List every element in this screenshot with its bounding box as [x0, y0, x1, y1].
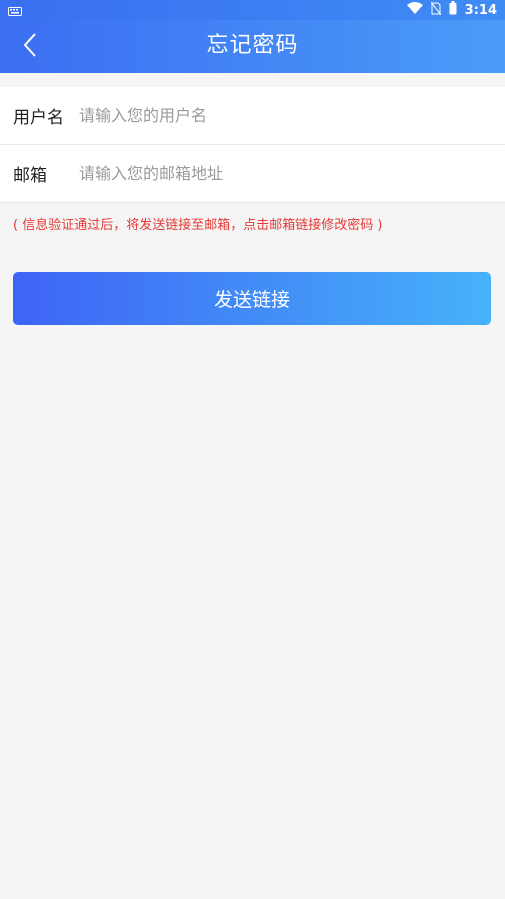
wifi-icon: [406, 2, 423, 18]
no-sim-icon: [430, 1, 442, 19]
status-bar: 3:14: [0, 0, 505, 20]
hint-text: ( 信息验证通过后，将发送链接至邮箱，点击邮箱链接修改密码 ): [13, 218, 383, 233]
reset-form: 用户名 邮箱: [0, 87, 505, 203]
send-link-button[interactable]: 发送链接: [13, 272, 491, 325]
email-row: 邮箱: [0, 145, 505, 203]
app-header: 忘记密码: [0, 20, 505, 73]
clock: 3:14: [464, 2, 497, 18]
username-input[interactable]: [79, 106, 479, 125]
email-input[interactable]: [79, 164, 479, 183]
battery-icon: [449, 1, 457, 19]
page-title: 忘记密码: [206, 33, 299, 58]
username-label: 用户名: [13, 108, 64, 128]
keyboard-icon: [8, 5, 22, 20]
username-row: 用户名: [0, 87, 505, 145]
email-label: 邮箱: [13, 166, 47, 186]
